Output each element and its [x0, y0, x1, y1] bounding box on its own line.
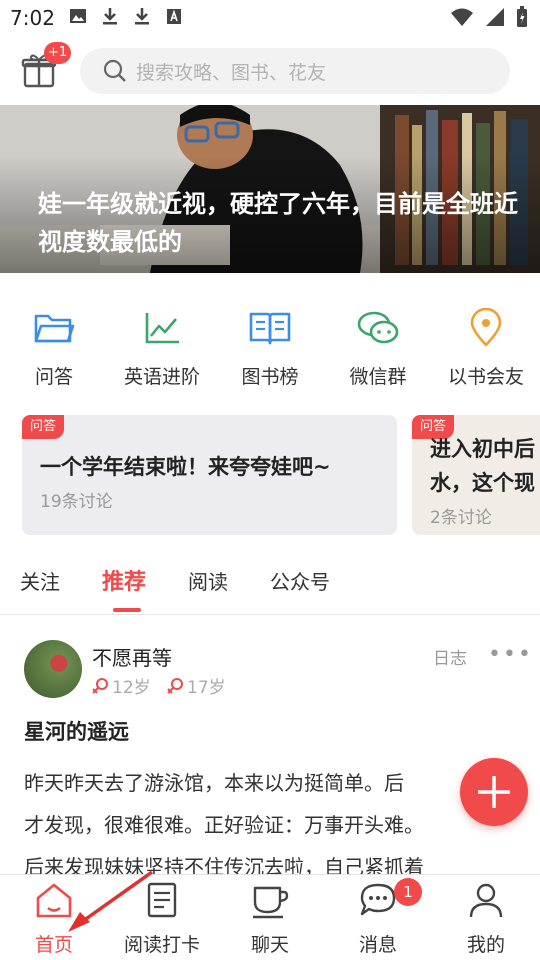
card-title-line2: 水，这个现 [430, 471, 535, 495]
discussion-card[interactable]: 问答 一个学年结束啦！来夸夸娃吧~ 19条讨论 [22, 415, 397, 535]
font-a-icon [167, 9, 181, 24]
quick-menu-wechat-group[interactable]: 微信群 [324, 308, 432, 389]
download-icon-2 [135, 8, 149, 25]
quick-menu-book-friends[interactable]: 以书会友 [432, 307, 540, 389]
folder-icon [34, 314, 75, 343]
chat-bubbles-icon [357, 311, 399, 344]
plus-icon [478, 776, 510, 808]
child-age-girl: 12岁 [90, 673, 151, 698]
post-type-label: 日志 [433, 649, 467, 669]
message-icon [360, 883, 396, 916]
tab-recommend[interactable]: 推荐 [102, 564, 146, 596]
tab-reading[interactable]: 阅读 [188, 566, 228, 595]
more-options-icon[interactable]: ••• [488, 642, 533, 667]
search-icon [103, 59, 126, 82]
annotation-arrow-icon [68, 870, 154, 932]
child-age: 17岁 [187, 678, 226, 698]
quick-menu-label: 问答 [34, 366, 73, 388]
search-placeholder: 搜索攻略、图书、花友 [136, 62, 327, 84]
location-pin-icon [470, 307, 502, 347]
post-body-line: 才发现，很难很难。正好验证：万事开头难。 [24, 813, 424, 837]
discussion-card-2[interactable]: 问答 进入初中后 水，这个现 2条讨论 [412, 415, 540, 535]
post-body-line: 昨天昨天去了游泳馆，本来以为挺简单。后 [24, 771, 404, 795]
nav-label: 消息 [358, 934, 397, 956]
add-post-button[interactable] [460, 758, 528, 826]
gift-badge: +1 [44, 42, 72, 64]
avatar[interactable] [24, 640, 82, 698]
status-system-icons [450, 6, 528, 28]
post-title[interactable]: 星河的遥远 [24, 716, 129, 746]
coffee-cup-icon [253, 886, 289, 919]
chart-line-icon [145, 313, 179, 344]
tab-official-account[interactable]: 公众号 [270, 566, 330, 595]
book-icon [249, 312, 291, 345]
nav-label: 我的 [466, 934, 505, 956]
tab-follow[interactable]: 关注 [20, 566, 60, 595]
post-username[interactable]: 不愿再等 [92, 642, 172, 671]
child-age-girl-2: 17岁 [165, 673, 226, 698]
banner-carousel[interactable]: 娃一年级就近视，硬控了六年，目前是全班近视度数最低的 [0, 105, 540, 273]
battery-icon [517, 6, 527, 27]
nav-chat[interactable]: 聊天 [216, 880, 324, 957]
card-tag: 问答 [22, 415, 65, 439]
quick-menu-english[interactable]: 英语进阶 [108, 308, 216, 389]
wifi-icon [451, 8, 473, 26]
quick-menu-qa[interactable]: 问答 [0, 308, 108, 389]
quick-menu-label: 英语进阶 [123, 366, 200, 388]
card-discussion-count: 2条讨论 [430, 508, 492, 528]
card-title-line1: 进入初中后 [430, 437, 535, 461]
status-time: 7:02 [10, 6, 55, 30]
female-symbol-icon [92, 677, 108, 694]
nav-profile[interactable]: 我的 [432, 880, 540, 957]
tab-active-indicator [113, 608, 141, 612]
quick-menu-label: 图书榜 [241, 366, 299, 388]
divider [0, 614, 540, 615]
download-icon [103, 8, 117, 25]
person-icon [469, 883, 503, 918]
message-badge: 1 [394, 878, 422, 906]
nav-label: 聊天 [250, 934, 289, 956]
card-title: 一个学年结束啦！来夸夸娃吧~ [40, 455, 331, 479]
quick-menu-book-ranking[interactable]: 图书榜 [216, 308, 324, 389]
image-icon [70, 9, 86, 23]
banner-title: 娃一年级就近视，硬控了六年，目前是全班近视度数最低的 [38, 190, 518, 256]
child-age: 12岁 [112, 678, 151, 698]
card-discussion-count: 19条讨论 [40, 492, 113, 512]
quick-menu-label: 以书会友 [447, 366, 524, 388]
female-symbol-icon [167, 677, 183, 694]
status-bar: 7:02 [0, 0, 540, 38]
signal-icon [486, 8, 504, 26]
status-notification-icons [68, 6, 184, 26]
quick-menu-label: 微信群 [349, 366, 407, 388]
